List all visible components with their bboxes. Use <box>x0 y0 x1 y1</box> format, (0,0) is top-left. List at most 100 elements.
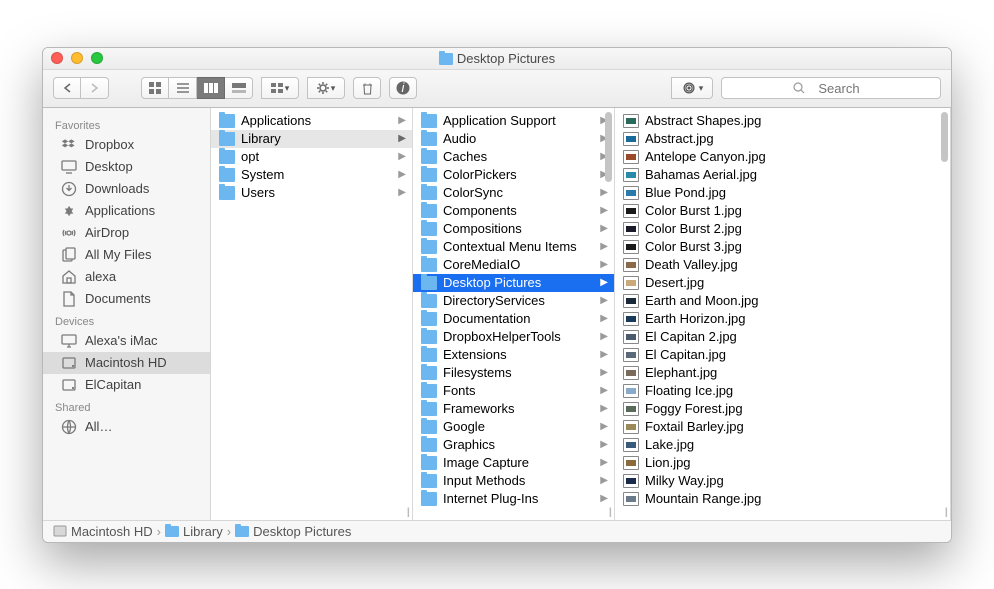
column-0[interactable]: Applications▶Library▶opt▶System▶Users▶ || <box>211 108 413 520</box>
scrollbar-thumb[interactable] <box>605 112 612 182</box>
row-earth-horizon-jpg[interactable]: Earth Horizon.jpg <box>615 310 950 328</box>
action-button[interactable]: ▾ <box>307 77 345 99</box>
arrange-button[interactable]: ▾ <box>261 77 299 99</box>
trash-button[interactable] <box>353 77 381 99</box>
row-internet-plug-ins[interactable]: Internet Plug-Ins▶ <box>413 490 614 508</box>
row-lion-jpg[interactable]: Lion.jpg <box>615 454 950 472</box>
zoom-button[interactable] <box>91 52 103 64</box>
column-2[interactable]: Abstract Shapes.jpgAbstract.jpgAntelope … <box>615 108 951 520</box>
sidebar-item-applications[interactable]: Applications <box>43 200 210 222</box>
forward-button[interactable] <box>81 77 109 99</box>
scrollbar-thumb[interactable] <box>941 112 948 162</box>
row-application-support[interactable]: Application Support▶ <box>413 112 614 130</box>
row-contextual-menu-items[interactable]: Contextual Menu Items▶ <box>413 238 614 256</box>
back-button[interactable] <box>53 77 81 99</box>
row-label: Bahamas Aerial.jpg <box>645 167 757 182</box>
row-image-capture[interactable]: Image Capture▶ <box>413 454 614 472</box>
icon-view-button[interactable] <box>141 77 169 99</box>
row-colorpickers[interactable]: ColorPickers▶ <box>413 166 614 184</box>
row-applications[interactable]: Applications▶ <box>211 112 412 130</box>
search-input[interactable] <box>809 81 869 96</box>
row-foggy-forest-jpg[interactable]: Foggy Forest.jpg <box>615 400 950 418</box>
downloads-icon <box>61 181 77 197</box>
sidebar-item-macintosh-hd[interactable]: Macintosh HD <box>43 352 210 374</box>
row-abstract-jpg[interactable]: Abstract.jpg <box>615 130 950 148</box>
column-view-button[interactable] <box>197 77 225 99</box>
row-earth-and-moon-jpg[interactable]: Earth and Moon.jpg <box>615 292 950 310</box>
row-coremediaio[interactable]: CoreMediaIO▶ <box>413 256 614 274</box>
disclosure-arrow-icon: ▶ <box>600 421 608 432</box>
sidebar-item-alexa-s-imac[interactable]: Alexa's iMac <box>43 330 210 352</box>
row-library[interactable]: Library▶ <box>211 130 412 148</box>
sidebar-item-alexa[interactable]: alexa <box>43 266 210 288</box>
row-abstract-shapes-jpg[interactable]: Abstract Shapes.jpg <box>615 112 950 130</box>
row-colorsync[interactable]: ColorSync▶ <box>413 184 614 202</box>
row-color-burst-2-jpg[interactable]: Color Burst 2.jpg <box>615 220 950 238</box>
path-item-desktop-pictures[interactable]: Desktop Pictures <box>235 524 351 539</box>
row-graphics[interactable]: Graphics▶ <box>413 436 614 454</box>
row-compositions[interactable]: Compositions▶ <box>413 220 614 238</box>
close-button[interactable] <box>51 52 63 64</box>
sidebar-item-all-my-files[interactable]: All My Files <box>43 244 210 266</box>
row-documentation[interactable]: Documentation▶ <box>413 310 614 328</box>
row-audio[interactable]: Audio▶ <box>413 130 614 148</box>
row-desert-jpg[interactable]: Desert.jpg <box>615 274 950 292</box>
folder-icon <box>235 526 249 537</box>
row-blue-pond-jpg[interactable]: Blue Pond.jpg <box>615 184 950 202</box>
row-lake-jpg[interactable]: Lake.jpg <box>615 436 950 454</box>
path-item-library[interactable]: Library <box>165 524 223 539</box>
sidebar-item-downloads[interactable]: Downloads <box>43 178 210 200</box>
row-extensions[interactable]: Extensions▶ <box>413 346 614 364</box>
sidebar-item-desktop[interactable]: Desktop <box>43 156 210 178</box>
row-label: Elephant.jpg <box>645 365 717 380</box>
row-elephant-jpg[interactable]: Elephant.jpg <box>615 364 950 382</box>
row-input-methods[interactable]: Input Methods▶ <box>413 472 614 490</box>
row-color-burst-1-jpg[interactable]: Color Burst 1.jpg <box>615 202 950 220</box>
row-foxtail-barley-jpg[interactable]: Foxtail Barley.jpg <box>615 418 950 436</box>
search-field[interactable] <box>721 77 941 99</box>
content-body: FavoritesDropboxDesktopDownloadsApplicat… <box>43 108 951 520</box>
row-el-capitan-2-jpg[interactable]: El Capitan 2.jpg <box>615 328 950 346</box>
row-opt[interactable]: opt▶ <box>211 148 412 166</box>
row-bahamas-aerial-jpg[interactable]: Bahamas Aerial.jpg <box>615 166 950 184</box>
sidebar-item-dropbox[interactable]: Dropbox <box>43 134 210 156</box>
disclosure-arrow-icon: ▶ <box>600 241 608 252</box>
image-file-icon <box>623 186 639 200</box>
sidebar-item-airdrop[interactable]: AirDrop <box>43 222 210 244</box>
sidebar-item-all-[interactable]: All… <box>43 416 210 438</box>
row-color-burst-3-jpg[interactable]: Color Burst 3.jpg <box>615 238 950 256</box>
column-resize-handle[interactable]: || <box>945 507 946 518</box>
row-desktop-pictures[interactable]: Desktop Pictures▶ <box>413 274 614 292</box>
titlebar[interactable]: Desktop Pictures <box>43 48 951 70</box>
row-death-valley-jpg[interactable]: Death Valley.jpg <box>615 256 950 274</box>
row-floating-ice-jpg[interactable]: Floating Ice.jpg <box>615 382 950 400</box>
row-caches[interactable]: Caches▶ <box>413 148 614 166</box>
row-google[interactable]: Google▶ <box>413 418 614 436</box>
share-button[interactable]: ▾ <box>671 77 713 99</box>
column-1[interactable]: Application Support▶Audio▶Caches▶ColorPi… <box>413 108 615 520</box>
path-item-macintosh-hd[interactable]: Macintosh HD <box>53 524 153 539</box>
row-antelope-canyon-jpg[interactable]: Antelope Canyon.jpg <box>615 148 950 166</box>
row-frameworks[interactable]: Frameworks▶ <box>413 400 614 418</box>
folder-icon <box>421 204 437 218</box>
row-label: Lion.jpg <box>645 455 691 470</box>
minimize-button[interactable] <box>71 52 83 64</box>
column-resize-handle[interactable]: || <box>609 507 610 518</box>
row-directoryservices[interactable]: DirectoryServices▶ <box>413 292 614 310</box>
column-resize-handle[interactable]: || <box>407 507 408 518</box>
row-users[interactable]: Users▶ <box>211 184 412 202</box>
info-button[interactable]: i <box>389 77 417 99</box>
row-filesystems[interactable]: Filesystems▶ <box>413 364 614 382</box>
row-milky-way-jpg[interactable]: Milky Way.jpg <box>615 472 950 490</box>
coverflow-view-button[interactable] <box>225 77 253 99</box>
row-mountain-range-jpg[interactable]: Mountain Range.jpg <box>615 490 950 508</box>
row-dropboxhelpertools[interactable]: DropboxHelperTools▶ <box>413 328 614 346</box>
row-system[interactable]: System▶ <box>211 166 412 184</box>
row-fonts[interactable]: Fonts▶ <box>413 382 614 400</box>
folder-icon <box>421 150 437 164</box>
sidebar-item-elcapitan[interactable]: ElCapitan <box>43 374 210 396</box>
list-view-button[interactable] <box>169 77 197 99</box>
row-el-capitan-jpg[interactable]: El Capitan.jpg <box>615 346 950 364</box>
row-components[interactable]: Components▶ <box>413 202 614 220</box>
sidebar-item-documents[interactable]: Documents <box>43 288 210 310</box>
